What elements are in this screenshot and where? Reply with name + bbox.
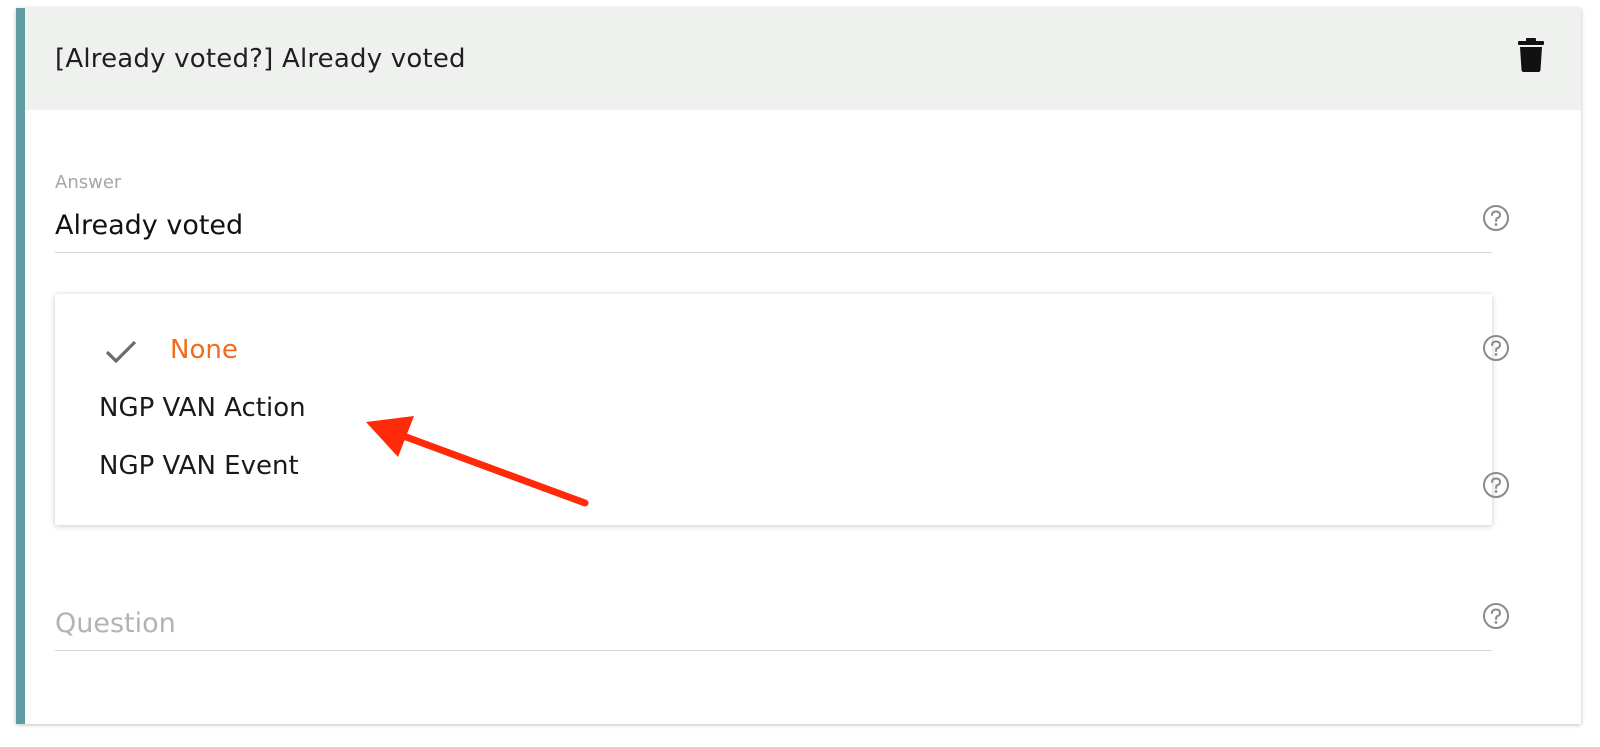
action-handler-dropdown-menu: None NGP VAN Action NGP VAN Event xyxy=(55,294,1492,525)
answer-label: Answer xyxy=(55,172,122,193)
interaction-step-card: [Already voted?] Already voted Answer Al… xyxy=(16,8,1581,724)
help-circle-icon[interactable] xyxy=(1482,602,1510,630)
checkmark-icon xyxy=(105,340,137,364)
help-circle-icon[interactable] xyxy=(1482,204,1510,232)
menu-item-ngp-van-event[interactable]: NGP VAN Event xyxy=(99,451,299,481)
help-circle-icon[interactable] xyxy=(1482,471,1510,499)
card-title: [Already voted?] Already voted xyxy=(55,44,466,74)
answer-field[interactable]: Answer Already voted xyxy=(55,168,1492,253)
menu-item-none[interactable]: None xyxy=(170,335,238,365)
menu-item-ngp-van-action[interactable]: NGP VAN Action xyxy=(99,393,306,423)
help-circle-icon[interactable] xyxy=(1482,334,1510,362)
card-header: [Already voted?] Already voted xyxy=(25,8,1581,110)
trash-icon[interactable] xyxy=(1518,38,1544,72)
question-input-placeholder[interactable]: Question xyxy=(55,608,176,639)
answer-input[interactable]: Already voted xyxy=(55,210,243,241)
question-field[interactable]: Question xyxy=(55,598,1492,651)
